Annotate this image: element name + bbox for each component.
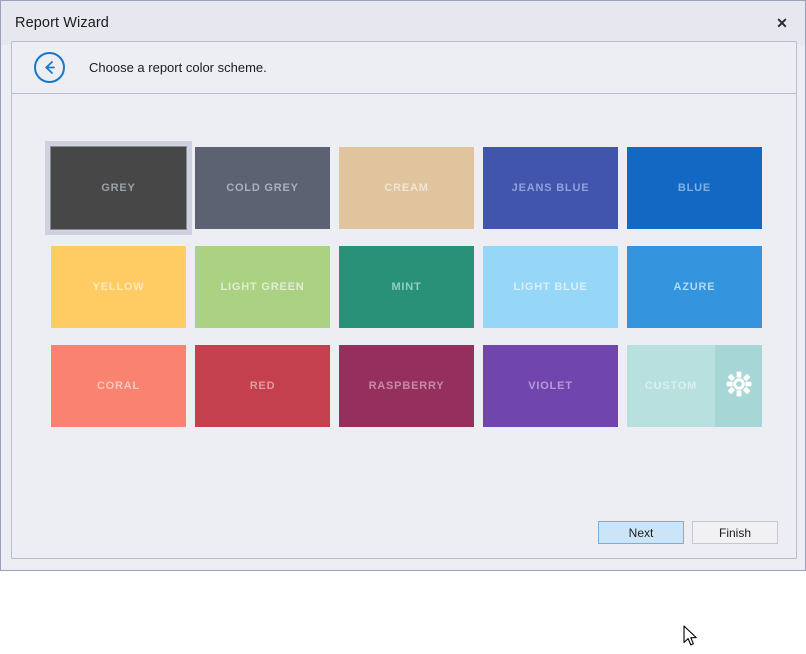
color-tile-cold-grey[interactable]: COLD GREY — [195, 147, 330, 229]
color-tile-violet[interactable]: VIOLET — [483, 345, 618, 427]
color-tile-azure[interactable]: AZURE — [627, 246, 762, 328]
selection-frame — [50, 146, 187, 230]
color-scheme-cell: VIOLET — [483, 345, 627, 427]
color-tile-label: CORAL — [96, 380, 141, 392]
color-scheme-cell: GREY — [45, 141, 195, 235]
wizard-content: GREY COLD GREY CREAM JEANS BLUE BLUE YELLOW LI… — [12, 94, 796, 646]
color-tile-label: BLUE — [677, 182, 712, 194]
close-icon[interactable]: ✕ — [759, 1, 805, 45]
color-scheme-cell: JEANS BLUE — [483, 147, 627, 229]
next-button[interactable]: Next — [598, 521, 684, 544]
color-scheme-grid: GREY COLD GREY CREAM JEANS BLUE BLUE YELLOW LI… — [45, 141, 771, 427]
color-tile-mint[interactable]: MINT — [339, 246, 474, 328]
color-tile-label: GREY — [101, 182, 136, 194]
title-bar: Report Wizard ✕ — [1, 1, 805, 45]
custom-tile-gear-pane[interactable] — [715, 345, 762, 427]
color-scheme-cell: CORAL — [51, 345, 195, 427]
window-title: Report Wizard — [15, 15, 109, 31]
color-scheme-cell: RASPBERRY — [339, 345, 483, 427]
color-scheme-cell: RED — [195, 345, 339, 427]
color-tile-grey[interactable]: GREY — [45, 141, 192, 235]
color-scheme-cell: YELLOW — [51, 246, 195, 328]
color-scheme-cell: LIGHT GREEN — [195, 246, 339, 328]
gear-icon — [724, 369, 754, 404]
color-tile-label: RASPBERRY — [368, 380, 445, 392]
color-scheme-cell: BLUE — [627, 147, 771, 229]
color-tile-raspberry[interactable]: RASPBERRY — [339, 345, 474, 427]
wizard-step-caption: Choose a report color scheme. — [89, 60, 267, 75]
color-tile-label: COLD GREY — [226, 182, 299, 194]
color-tile-light-green[interactable]: LIGHT GREEN — [195, 246, 330, 328]
color-scheme-cell: MINT — [339, 246, 483, 328]
color-tile-cream[interactable]: CREAM — [339, 147, 474, 229]
wizard-panel: Choose a report color scheme. GREY COLD G… — [11, 41, 797, 646]
custom-tile-label-pane: CUSTOM — [627, 345, 715, 427]
color-tile-label: JEANS BLUE — [511, 182, 590, 194]
color-tile-light-blue[interactable]: LIGHT BLUE — [483, 246, 618, 328]
report-wizard-window: Report Wizard ✕ Choose a report color sc… — [0, 0, 806, 646]
color-tile-label: VIOLET — [528, 380, 573, 392]
color-tile-label: CUSTOM — [644, 380, 698, 392]
color-tile-label: YELLOW — [92, 281, 145, 293]
color-scheme-cell: CREAM — [339, 147, 483, 229]
color-tile-label: MINT — [391, 281, 422, 293]
color-tile-blue[interactable]: BLUE — [627, 147, 762, 229]
color-tile-label: RED — [249, 380, 276, 392]
wizard-header: Choose a report color scheme. — [12, 42, 796, 94]
color-scheme-cell: LIGHT BLUE — [483, 246, 627, 328]
color-tile-coral[interactable]: CORAL — [51, 345, 186, 427]
color-tile-custom[interactable]: CUSTOM — [627, 345, 762, 427]
color-scheme-cell: COLD GREY — [195, 147, 339, 229]
color-tile-jeans-blue[interactable]: JEANS BLUE — [483, 147, 618, 229]
wizard-footer: Next Finish — [598, 521, 778, 544]
color-scheme-cell: AZURE — [627, 246, 771, 328]
color-tile-label: AZURE — [673, 281, 716, 293]
color-tile-yellow[interactable]: YELLOW — [51, 246, 186, 328]
color-tile-red[interactable]: RED — [195, 345, 330, 427]
finish-button[interactable]: Finish — [692, 521, 778, 544]
color-scheme-cell: CUSTOM — [627, 345, 771, 427]
back-arrow-circle-icon[interactable] — [34, 52, 65, 83]
color-tile-label: CREAM — [384, 182, 429, 194]
color-tile-label: LIGHT BLUE — [513, 281, 588, 293]
color-tile-label: LIGHT GREEN — [220, 281, 305, 293]
mouse-cursor — [683, 625, 699, 649]
